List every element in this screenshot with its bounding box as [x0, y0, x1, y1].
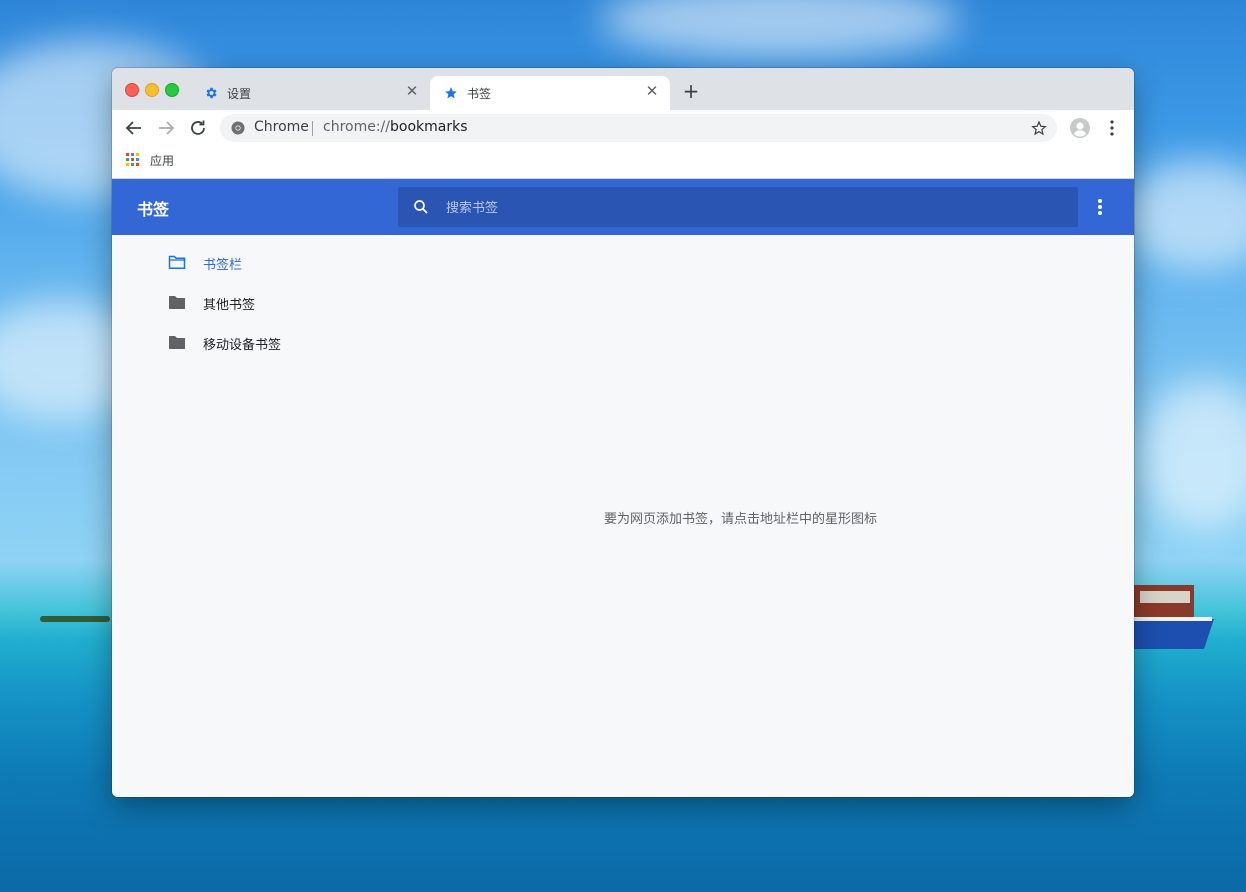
folder-bookmarks-bar[interactable]: 书签栏: [168, 251, 388, 275]
search-input[interactable]: [444, 197, 1048, 219]
address-bar[interactable]: Chrome chrome://bookmarks: [220, 114, 1057, 142]
bookmark-star-icon[interactable]: [1031, 120, 1047, 136]
page-title: 书签: [137, 200, 170, 219]
wallpaper-cloud: [1120, 160, 1246, 270]
profile-avatar-icon[interactable]: [1070, 118, 1090, 138]
reload-icon[interactable]: [185, 115, 211, 141]
wallpaper-boat: [1134, 585, 1214, 649]
apps-shortcut[interactable]: 应用: [150, 152, 174, 169]
folder-label: 书签栏: [203, 258, 243, 273]
bookmarks-bar: 应用: [112, 146, 1134, 179]
folder-mobile-bookmarks[interactable]: 移动设备书签: [168, 331, 388, 355]
browser-window: 设置 ✕ 书签 ✕ + Chrome chrome://bookmarks 应用…: [112, 68, 1134, 797]
tab-label: 设置: [227, 87, 252, 101]
search-box[interactable]: [398, 187, 1078, 227]
wallpaper-island: [40, 616, 110, 622]
folder-open-icon: [168, 255, 186, 270]
apps-grid-icon[interactable]: [126, 153, 140, 167]
url-scheme: chrome://: [323, 119, 390, 135]
folder-other-bookmarks[interactable]: 其他书签: [168, 291, 388, 315]
window-maximize-button[interactable]: [165, 83, 179, 97]
bookmarks-header: 书签: [112, 179, 1134, 235]
gear-icon: [206, 87, 217, 99]
url-path: bookmarks: [390, 119, 468, 135]
forward-arrow-icon[interactable]: [153, 115, 179, 141]
bookmarks-content: 书签栏 其他书签 移动设备书签 要为网页添加书签，请点击地址栏中的星形图标: [112, 235, 1134, 797]
site-label: Chrome: [254, 119, 309, 135]
wallpaper-cloud: [600, 0, 960, 60]
folder-icon: [169, 336, 185, 349]
browser-menu-icon[interactable]: [1105, 118, 1119, 138]
chrome-logo-icon: [231, 121, 245, 135]
more-options-icon[interactable]: [1090, 195, 1110, 219]
window-minimize-button[interactable]: [145, 83, 159, 97]
url-text: chrome://bookmarks: [323, 119, 468, 135]
back-arrow-icon[interactable]: [121, 115, 147, 141]
folder-icon: [169, 296, 185, 309]
tab-bookmarks[interactable]: 书签 ✕: [430, 76, 670, 110]
search-icon: [414, 200, 428, 214]
new-tab-button[interactable]: +: [680, 80, 702, 102]
browser-toolbar: Chrome chrome://bookmarks: [112, 110, 1134, 146]
folder-label: 其他书签: [203, 298, 256, 313]
tab-close-icon[interactable]: ✕: [644, 83, 660, 99]
tab-close-icon[interactable]: ✕: [404, 83, 420, 99]
window-close-button[interactable]: [125, 83, 139, 97]
address-separator: [312, 121, 313, 136]
tab-strip: 设置 ✕ 书签 ✕ +: [112, 68, 1134, 110]
folder-label: 移动设备书签: [203, 338, 282, 353]
tab-settings[interactable]: 设置 ✕: [190, 76, 430, 110]
tab-label: 书签: [467, 87, 492, 101]
empty-state-message: 要为网页添加书签，请点击地址栏中的星形图标: [604, 512, 878, 527]
wallpaper-cloud: [1140, 380, 1246, 530]
star-icon: [445, 87, 457, 99]
